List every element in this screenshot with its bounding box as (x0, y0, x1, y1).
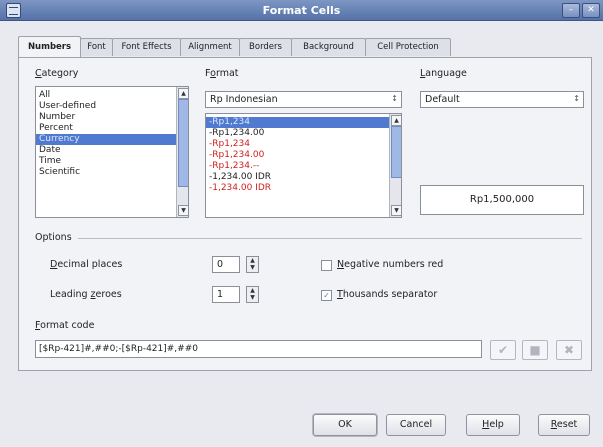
format-item[interactable]: -Rp1,234.-- (209, 161, 259, 172)
close-button[interactable]: ✕ (582, 3, 600, 18)
category-scrollbar[interactable]: ▲ ▼ (176, 87, 188, 217)
format-item[interactable]: -Rp1,234.00 (209, 128, 264, 139)
decimal-places-input[interactable]: 0 (212, 256, 240, 273)
tab-cell-protection[interactable]: Cell Protection (365, 38, 451, 56)
category-item-currency[interactable]: Currency (36, 134, 176, 145)
delete-x-icon: ✖ (563, 343, 575, 357)
format-code-label: Format code (35, 320, 95, 331)
tab-background[interactable]: Background (291, 38, 366, 56)
leading-zeroes-value: 1 (217, 289, 224, 300)
checkmark-icon: ✔ (497, 343, 509, 357)
format-item[interactable]: -1,234.00 IDR (209, 172, 271, 183)
currency-select[interactable]: Rp Indonesian ↕ (205, 91, 402, 108)
language-label: Language (420, 68, 467, 79)
window-title: Format Cells (262, 4, 341, 17)
cancel-button[interactable]: Cancel (386, 414, 446, 436)
decrement-arrow-icon[interactable]: ▼ (247, 294, 258, 301)
category-item-time[interactable]: Time (39, 156, 61, 167)
options-heading: Options (35, 232, 72, 243)
category-item-percent[interactable]: Percent (39, 123, 73, 134)
format-item[interactable]: -1,234.00 IDR (209, 183, 271, 194)
category-item-number[interactable]: Number (39, 112, 75, 123)
format-label: Format (205, 68, 239, 79)
ok-button[interactable]: OK (313, 414, 377, 436)
thousands-separator-checkbox[interactable]: ✓ (321, 290, 332, 301)
scroll-thumb[interactable] (391, 126, 401, 178)
format-list[interactable]: -Rp1,234 -Rp1,234.00 -Rp1,234 -Rp1,234.0… (205, 113, 402, 218)
format-code-value: [$Rp-421]#,##0;-[$Rp-421]#,##0 (39, 344, 198, 354)
negative-red-label: Negative numbers red (337, 259, 444, 270)
format-preview: Rp1,500,000 (420, 185, 584, 215)
scroll-up-arrow-icon[interactable]: ▲ (178, 88, 188, 99)
negative-red-checkbox[interactable] (321, 260, 332, 271)
increment-arrow-icon[interactable]: ▲ (247, 257, 258, 264)
decrement-arrow-icon[interactable]: ▼ (247, 264, 258, 271)
reset-button[interactable]: Reset (538, 414, 590, 436)
format-item[interactable]: -Rp1,234 (206, 117, 389, 128)
minimize-button[interactable]: – (562, 3, 580, 18)
scroll-down-arrow-icon[interactable]: ▼ (178, 205, 188, 216)
tab-font-effects[interactable]: Font Effects (112, 38, 181, 56)
language-select[interactable]: Default ↕ (420, 91, 584, 108)
category-list[interactable]: All User-defined Number Percent Currency… (35, 86, 189, 218)
edit-comment-button[interactable]: ■ (522, 340, 548, 360)
category-item-user-defined[interactable]: User-defined (39, 101, 96, 112)
language-select-value: Default (425, 94, 460, 105)
category-label: Category (35, 68, 79, 79)
tab-font[interactable]: Font (80, 38, 113, 56)
options-separator (78, 238, 582, 239)
tab-alignment[interactable]: Alignment (180, 38, 240, 56)
format-item[interactable]: -Rp1,234.00 (209, 150, 264, 161)
category-item-scientific[interactable]: Scientific (39, 167, 80, 178)
increment-arrow-icon[interactable]: ▲ (247, 287, 258, 294)
category-item-all[interactable]: All (39, 90, 50, 101)
leading-zeroes-input[interactable]: 1 (212, 286, 240, 303)
updown-arrow-icon: ↕ (573, 94, 580, 103)
leading-zeroes-stepper[interactable]: ▲ ▼ (246, 286, 259, 303)
tab-numbers[interactable]: Numbers (18, 36, 81, 57)
format-scrollbar[interactable]: ▲ ▼ (389, 114, 401, 217)
decimal-places-value: 0 (217, 259, 224, 270)
comment-icon: ■ (529, 343, 541, 357)
thousands-separator-label: Thousands separator (337, 289, 438, 300)
format-code-field[interactable]: [$Rp-421]#,##0;-[$Rp-421]#,##0 (35, 340, 482, 358)
add-format-button[interactable]: ✔ (490, 340, 516, 360)
decimal-places-label: Decimal places (50, 259, 123, 270)
decimal-places-stepper[interactable]: ▲ ▼ (246, 256, 259, 273)
format-item[interactable]: -Rp1,234 (209, 139, 250, 150)
currency-select-value: Rp Indonesian (210, 94, 278, 105)
delete-format-button[interactable]: ✖ (556, 340, 582, 360)
title-bar[interactable]: Format Cells – ✕ (0, 0, 603, 21)
scroll-up-arrow-icon[interactable]: ▲ (391, 115, 401, 126)
scroll-thumb[interactable] (178, 99, 188, 187)
help-button[interactable]: Help (466, 414, 520, 436)
updown-arrow-icon: ↕ (391, 94, 398, 103)
tab-borders[interactable]: Borders (239, 38, 292, 56)
leading-zeroes-label: Leading zeroes (50, 289, 122, 300)
category-item-date[interactable]: Date (39, 145, 61, 156)
scroll-down-arrow-icon[interactable]: ▼ (391, 205, 401, 216)
